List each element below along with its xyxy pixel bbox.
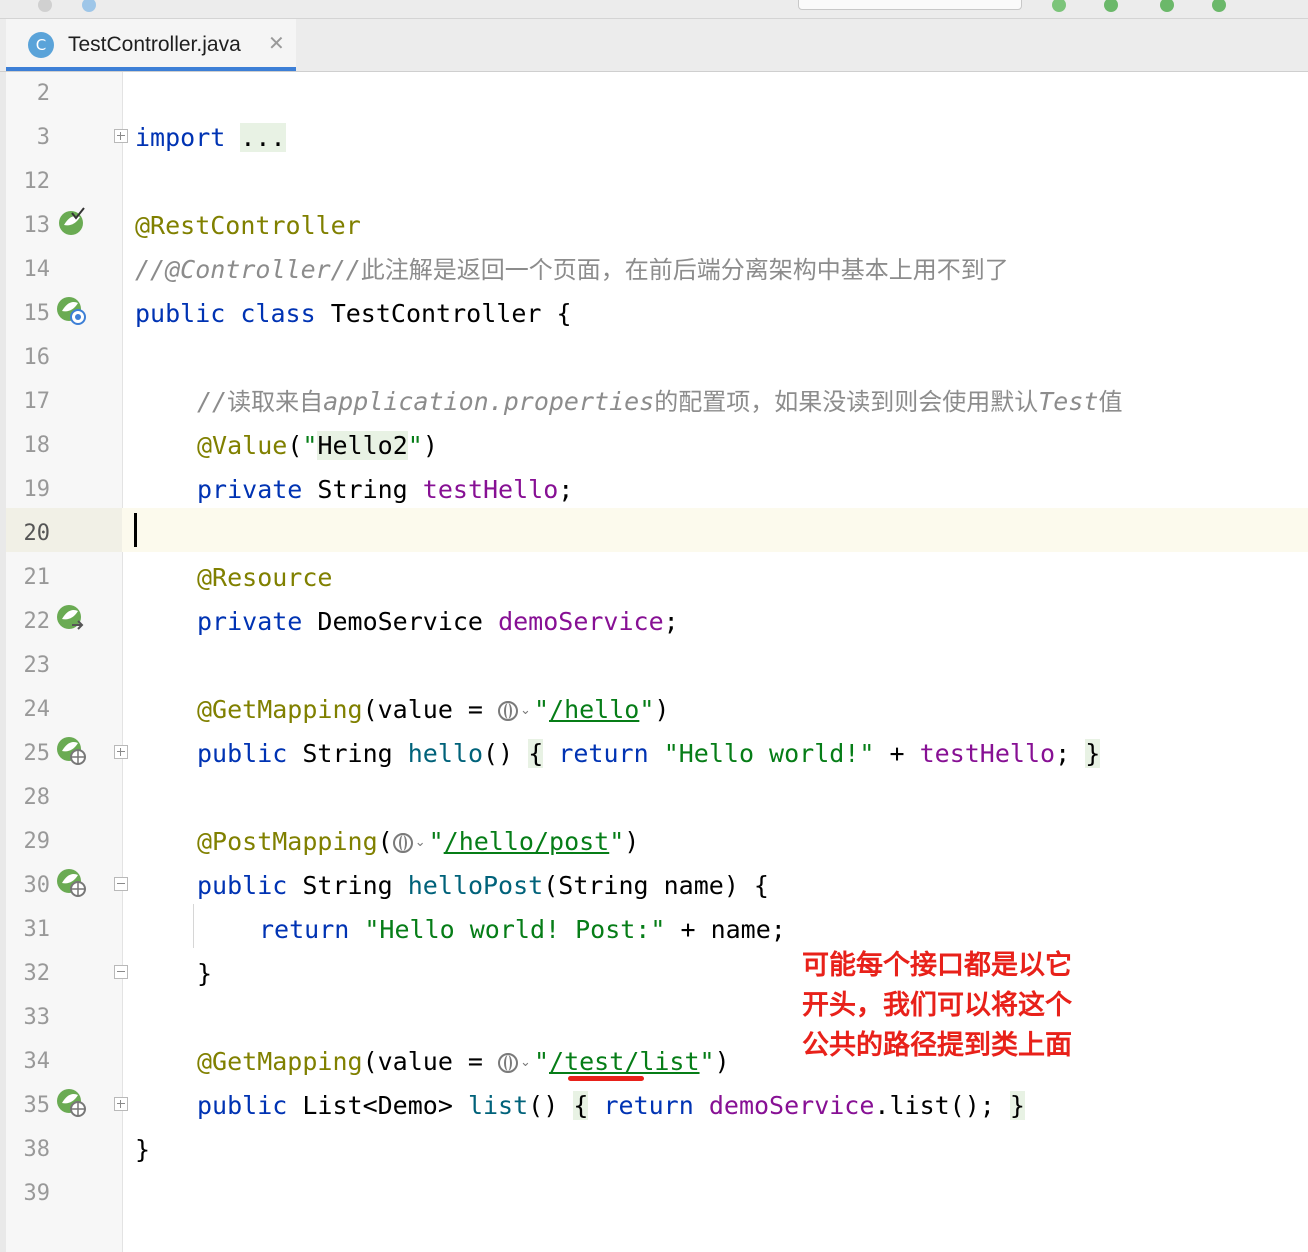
collapse-fold-icon[interactable]: [114, 965, 128, 979]
line-number: 31: [23, 917, 51, 942]
url-link-hello[interactable]: /hello: [549, 695, 639, 724]
code-line-17: //读取来自application.properties的配置项，如果没读到则会…: [197, 387, 1123, 416]
code-line-18: @Value("Hello2"): [197, 431, 438, 460]
line-number: 28: [23, 785, 51, 810]
debug-icon[interactable]: [1160, 0, 1174, 12]
code-line-22: private DemoService demoService;: [197, 607, 679, 636]
line-number: 13: [23, 213, 51, 238]
line-number: 3: [36, 125, 50, 150]
line-number: 38: [23, 1137, 51, 1162]
line-number: 16: [23, 345, 51, 370]
folded-imports[interactable]: ...: [240, 123, 286, 152]
globe-icon[interactable]: [392, 833, 413, 853]
line-number: 32: [23, 961, 51, 986]
expand-fold-icon[interactable]: [114, 129, 128, 143]
line-number: 2: [36, 81, 50, 106]
line-number: 24: [23, 697, 51, 722]
line-number: 19: [23, 477, 51, 502]
line-number: 14: [23, 257, 51, 282]
collapse-fold-icon[interactable]: [114, 877, 128, 891]
line-number: 21: [23, 565, 51, 590]
expand-fold-icon[interactable]: [114, 1097, 128, 1111]
tab-title: TestController.java: [68, 33, 241, 56]
spring-request-mapping-icon[interactable]: [56, 735, 86, 765]
url-link-hello-post[interactable]: /hello/post: [444, 827, 610, 856]
line-number: 25: [23, 741, 51, 766]
annotation-note-line: 开头，我们可以将这个: [802, 990, 1072, 1021]
spring-bean-web-icon[interactable]: [56, 295, 86, 325]
java-class-icon: C: [28, 32, 54, 58]
spring-request-mapping-icon[interactable]: [56, 1087, 86, 1117]
line-number: 23: [23, 653, 51, 678]
run-configuration-selector[interactable]: [798, 0, 1022, 10]
code-line-38: }: [135, 1135, 151, 1164]
text-caret: [134, 513, 137, 547]
line-number: 17: [23, 389, 51, 414]
expand-fold-icon[interactable]: [114, 745, 128, 759]
code-line-34: @GetMapping(value = ⌄ "/test/list"): [197, 1040, 730, 1084]
line-number: 35: [23, 1093, 51, 1118]
code-line-15: public class TestController {: [135, 299, 572, 328]
code-line-21: @Resource: [197, 563, 333, 592]
active-tab-indicator: [6, 67, 296, 71]
coverage-icon[interactable]: [1212, 0, 1226, 12]
toolbar-button-icon[interactable]: [82, 0, 96, 12]
annotation-note-line: 公共的路径提到类上面: [802, 1030, 1072, 1061]
code-line-24: @GetMapping(value = ⌄ "/hello"): [197, 688, 669, 732]
code-line-25: public String hello() { return "Hello wo…: [197, 739, 1101, 768]
line-number: 30: [23, 873, 51, 898]
window-toolbar: [0, 0, 1308, 19]
line-number: 22: [23, 609, 51, 634]
code-line-3: import ...: [135, 123, 286, 152]
run-icon[interactable]: [1104, 0, 1118, 12]
code-line-31: return "Hello world! Post:" + name;: [259, 915, 786, 944]
chevron-down-icon[interactable]: ⌄: [520, 1041, 531, 1085]
build-icon[interactable]: [1052, 0, 1066, 12]
code-line-35: public List<Demo> list() { return demoSe…: [197, 1091, 1025, 1120]
red-underline-annotation: [568, 1076, 644, 1081]
line-number: 20: [23, 521, 51, 546]
line-number: 29: [23, 829, 51, 854]
line-number: 33: [23, 1005, 51, 1030]
code-editor[interactable]: import ... @RestController //@Controller…: [0, 72, 1308, 1252]
close-icon[interactable]: ✕: [268, 30, 285, 56]
spring-request-mapping-icon[interactable]: [56, 867, 86, 897]
line-number: 12: [23, 169, 51, 194]
code-line-14: //@Controller//此注解是返回一个页面，在前后端分离架构中基本上用不…: [135, 255, 1009, 284]
line-number: 34: [23, 1049, 51, 1074]
editor-tab-bar: C TestController.java ✕: [0, 19, 1308, 72]
code-line-30: public String helloPost(String name) {: [197, 871, 769, 900]
spring-bean-injection-icon[interactable]: [56, 603, 86, 633]
url-link-test-list[interactable]: /test/list: [549, 1047, 700, 1076]
spring-bean-check-icon[interactable]: [56, 207, 86, 237]
line-number: 15: [23, 301, 51, 326]
toolbar-button-icon[interactable]: [38, 0, 52, 12]
globe-icon[interactable]: [498, 1053, 519, 1073]
globe-icon[interactable]: [498, 701, 519, 721]
code-line-32: }: [197, 959, 213, 988]
code-line-19: private String testHello;: [197, 475, 574, 504]
indent-guide: [193, 904, 194, 948]
current-line-highlight: [6, 508, 1308, 552]
code-line-13: @RestController: [135, 211, 361, 240]
tab-testcontroller[interactable]: C TestController.java ✕: [6, 19, 296, 71]
line-number: 18: [23, 433, 51, 458]
code-line-29: @PostMapping(⌄ "/hello/post"): [197, 820, 639, 864]
annotation-note-line: 可能每个接口都是以它: [802, 950, 1072, 981]
annotation-note: 可能每个接口都是以它 开头，我们可以将这个 公共的路径提到类上面: [802, 946, 1102, 1066]
line-number: 39: [23, 1181, 51, 1206]
chevron-down-icon[interactable]: ⌄: [415, 821, 426, 865]
chevron-down-icon[interactable]: ⌄: [520, 689, 531, 733]
